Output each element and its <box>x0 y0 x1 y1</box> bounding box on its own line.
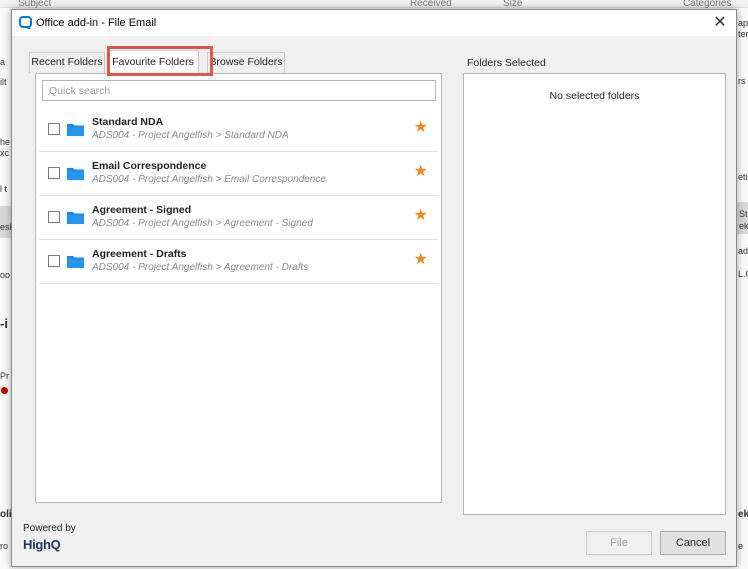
bg-fragment: ad <box>738 246 748 256</box>
folder-list-item[interactable]: Email Correspondence ADS004 - Project An… <box>39 152 438 196</box>
bg-fragment: L.G <box>738 269 748 279</box>
bg-fragment: a <box>0 57 6 67</box>
favourite-star-icon[interactable]: ★ <box>414 119 428 137</box>
cancel-button[interactable]: Cancel <box>660 531 726 555</box>
folder-path: ADS004 - Project Angelfish > Agreement -… <box>92 262 309 273</box>
folder-path: ADS004 - Project Angelfish > Email Corre… <box>92 174 326 185</box>
tab-favourite-folders[interactable]: Favourite Folders <box>107 50 199 74</box>
close-button[interactable]: ✕ <box>708 12 732 34</box>
folder-list: Standard NDA ADS004 - Project Angelfish … <box>39 108 438 284</box>
bg-fragment: ek( <box>739 221 748 231</box>
folder-icon <box>67 256 84 268</box>
folder-checkbox[interactable] <box>48 167 60 179</box>
bg-fragment: St <box>739 209 748 219</box>
folders-selected-panel: No selected folders <box>463 73 726 515</box>
quick-search-input[interactable] <box>42 80 436 101</box>
folder-name: Standard NDA <box>92 116 164 128</box>
folder-name: Email Correspondence <box>92 160 207 172</box>
folders-selected-label: Folders Selected <box>467 57 546 69</box>
bg-fragment: e <box>738 541 744 551</box>
office-addin-icon <box>19 16 32 29</box>
folder-path: ADS004 - Project Angelfish > Agreement -… <box>92 218 313 229</box>
file-email-dialog: Office add-in - File Email ✕ Recent Fold… <box>11 9 737 567</box>
bg-fragment: oli <box>0 509 11 520</box>
folder-icon <box>67 168 84 180</box>
dialog-titlebar: Office add-in - File Email ✕ <box>12 10 736 36</box>
bg-fragment: ter <box>738 29 748 39</box>
highq-logo: HighQ <box>23 537 61 552</box>
favourite-folders-panel: Standard NDA ADS004 - Project Angelfish … <box>35 73 442 503</box>
bg-fragment: xc <box>0 148 9 158</box>
favourite-star-icon[interactable]: ★ <box>414 163 428 181</box>
folder-checkbox[interactable] <box>48 123 60 135</box>
background-column-header: Subject Received Size Categories <box>0 0 748 8</box>
bg-fragment: ek <box>738 509 748 520</box>
folder-name: Agreement - Signed <box>92 204 192 216</box>
bg-col-subject: Subject <box>18 0 52 8</box>
bg-col-categories: Categories <box>683 0 732 8</box>
folder-checkbox[interactable] <box>48 211 60 223</box>
favourite-star-icon[interactable]: ★ <box>414 251 428 269</box>
bg-col-size: Size <box>503 0 523 8</box>
folder-icon <box>67 124 84 136</box>
bg-fragment: l t <box>0 184 8 194</box>
favourite-star-icon[interactable]: ★ <box>414 207 428 225</box>
tab-recent-folders[interactable]: Recent Folders <box>29 52 105 73</box>
bg-fragment: ilt <box>0 77 7 87</box>
bg-fragment: he <box>0 137 11 147</box>
bg-status-dot <box>1 387 8 394</box>
bg-fragment: eti <box>738 172 748 182</box>
folder-path: ADS004 - Project Angelfish > Standard ND… <box>92 130 289 141</box>
bg-fragment: rs <box>738 76 746 86</box>
powered-by-label: Powered by <box>23 523 76 534</box>
tab-browse-folders[interactable]: Browse Folders <box>207 52 285 73</box>
folder-list-item[interactable]: Standard NDA ADS004 - Project Angelfish … <box>39 108 438 152</box>
folder-list-item[interactable]: Agreement - Drafts ADS004 - Project Ange… <box>39 240 438 284</box>
bg-fragment: esl <box>0 222 11 232</box>
file-button[interactable]: File <box>586 531 652 555</box>
bg-fragment: ro <box>0 541 9 551</box>
dialog-title: Office add-in - File Email <box>36 17 157 29</box>
bg-col-received: Received <box>410 0 452 8</box>
folder-name: Agreement - Drafts <box>92 248 187 260</box>
bg-fragment: Pr <box>0 371 9 381</box>
bg-fragment: -i <box>0 316 8 331</box>
folder-list-item[interactable]: Agreement - Signed ADS004 - Project Ange… <box>39 196 438 240</box>
no-selected-folders-text: No selected folders <box>549 90 640 102</box>
bg-fragment: oo <box>0 270 11 280</box>
folder-icon <box>67 212 84 224</box>
folder-checkbox[interactable] <box>48 255 60 267</box>
bg-fragment: ap, <box>738 18 748 28</box>
